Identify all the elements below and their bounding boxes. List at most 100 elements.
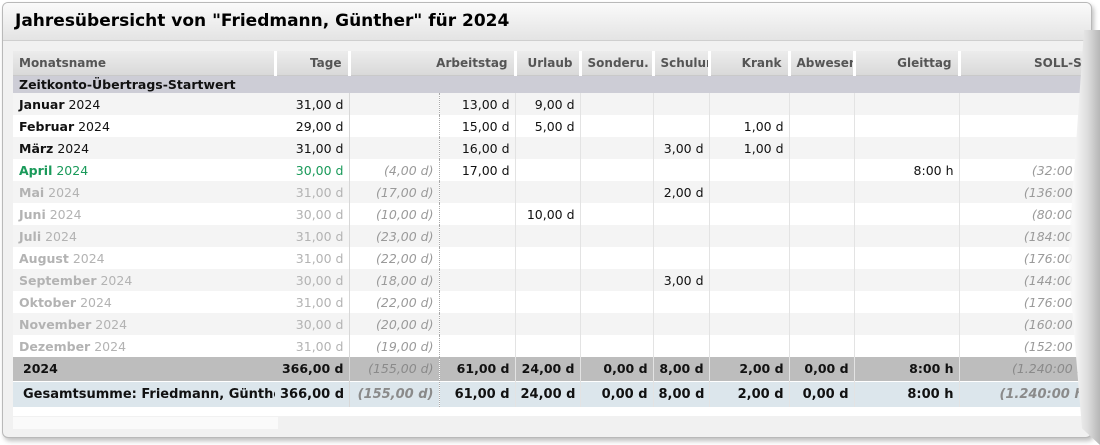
absent-cell: 0,00 d	[789, 380, 855, 407]
training-cell: 3,00 d	[653, 269, 710, 291]
sick-cell	[709, 335, 790, 357]
planned-days-cell: (4,00 d)	[349, 159, 440, 181]
special-leave-cell	[580, 291, 654, 313]
vacation-cell: 10,00 d	[515, 203, 581, 225]
col-header-schulung[interactable]: Schulung	[653, 51, 711, 76]
absent-cell	[789, 115, 855, 137]
days-cell: 31,00 d	[275, 291, 350, 313]
training-cell	[653, 115, 710, 137]
col-header-arbeitstag[interactable]: Arbeitstag	[349, 51, 517, 76]
absent-cell	[789, 335, 855, 357]
sick-cell	[709, 247, 790, 269]
workdays-cell: 16,00 d	[439, 137, 516, 159]
planned-days-cell: (10,00 d)	[349, 203, 440, 225]
workdays-cell	[439, 269, 516, 291]
month-row[interactable]: März 202431,00 d16,00 d3,00 d1,00 d128:0	[13, 137, 1091, 159]
month-name-cell: Juni 2024	[13, 203, 275, 225]
workdays-cell: 61,00 d	[439, 380, 516, 407]
special-leave-cell	[580, 269, 654, 291]
workdays-cell	[439, 313, 516, 335]
flextime-cell	[854, 203, 960, 225]
absent-cell	[789, 269, 855, 291]
month-row[interactable]: April 2024 30,00 d (4,00 d) 17,00 d 8:00 h (3…	[13, 159, 1091, 181]
days-cell: 366,00 d	[275, 380, 350, 407]
sick-cell	[709, 203, 790, 225]
absent-cell	[789, 181, 855, 203]
training-cell	[653, 203, 710, 225]
planned-hours-cell: (152:00 h)	[959, 335, 1091, 357]
sick-cell: 2,00 d	[709, 357, 790, 381]
month-row[interactable]: Oktober 2024 31,00 d (22,00 d) (176:00 h)	[13, 291, 1091, 313]
month-label: September	[19, 272, 97, 288]
planned-days-cell: (23,00 d)	[349, 225, 440, 247]
month-row[interactable]: September 2024 30,00 d (18,00 d) 3,00 d (144…	[13, 269, 1091, 291]
training-cell: 8,00 d	[653, 357, 710, 381]
absent-cell	[789, 93, 855, 115]
planned-hours-cell: (136:00 h)	[959, 181, 1091, 203]
sick-cell	[709, 159, 790, 181]
col-header-urlaub[interactable]: Urlaub	[515, 51, 582, 76]
training-cell: 3,00 d	[653, 137, 710, 159]
days-cell: 30,00 d	[275, 269, 350, 291]
vacation-cell	[515, 313, 581, 335]
col-header-krank[interactable]: Krank	[709, 51, 791, 76]
special-leave-cell	[580, 203, 654, 225]
vacation-cell: 9,00 d	[515, 93, 581, 115]
month-name-cell: Juli 2024	[13, 225, 275, 247]
month-row[interactable]: Januar 202431,00 d13,00 d9,00 d104:0	[13, 93, 1091, 115]
month-row[interactable]: Juli 2024 31,00 d (23,00 d) (184:00 h)	[13, 225, 1091, 247]
workdays-cell	[439, 203, 516, 225]
col-header-gleittag[interactable]: Gleittag	[854, 51, 961, 76]
col-header-sonderurlaub[interactable]: Sonderu.	[580, 51, 655, 76]
month-name-cell: März 2024	[13, 137, 275, 159]
col-header-abwesend[interactable]: Abwesend	[789, 51, 856, 76]
month-year: 2024	[100, 272, 133, 288]
flextime-cell	[854, 291, 960, 313]
flextime-cell: 8:00 h	[854, 357, 960, 381]
training-cell	[653, 225, 710, 247]
month-name-cell: April 2024	[13, 159, 275, 181]
training-cell	[653, 291, 710, 313]
flextime-cell	[854, 225, 960, 247]
month-name-cell: November 2024	[13, 313, 275, 335]
training-cell	[653, 93, 710, 115]
month-name-cell: August 2024	[13, 247, 275, 269]
month-year: 2024	[95, 316, 128, 332]
workdays-cell	[439, 247, 516, 269]
training-cell: 8,00 d	[653, 380, 710, 407]
col-header-soll-stunden[interactable]: SOLL-St	[959, 51, 1091, 76]
start-value-row: Zeitkonto-Übertrags-Startwert	[13, 75, 1091, 93]
sick-cell	[709, 225, 790, 247]
month-row[interactable]: Juni 2024 30,00 d (10,00 d) 10,00 d (80:00 h…	[13, 203, 1091, 225]
flextime-cell	[854, 313, 960, 335]
month-row[interactable]: Mai 2024 31,00 d (17,00 d) 2,00 d (136:00 h)	[13, 181, 1091, 203]
month-year: 2024	[68, 96, 101, 112]
col-header-monatsname[interactable]: Monatsname	[13, 51, 277, 76]
workdays-cell: 15,00 d	[439, 115, 516, 137]
training-cell	[653, 247, 710, 269]
training-cell	[653, 159, 710, 181]
special-leave-cell	[580, 159, 654, 181]
month-row[interactable]: Februar 202429,00 d15,00 d5,00 d1,00 d12…	[13, 115, 1091, 137]
planned-days-cell: (18,00 d)	[349, 269, 440, 291]
special-leave-cell	[580, 313, 654, 335]
month-label: Mai	[19, 184, 45, 200]
total-row-label: Gesamtsumme: Friedmann, Günther	[13, 380, 275, 407]
month-year: 2024	[94, 338, 127, 354]
flextime-cell	[854, 93, 960, 115]
month-row[interactable]: November 2024 30,00 d (20,00 d) (160:00 h)	[13, 313, 1091, 335]
col-header-tage[interactable]: Tage	[275, 51, 351, 76]
absent-cell	[789, 313, 855, 335]
days-cell: 31,00 d	[275, 335, 350, 357]
table-container: Monatsname Tage Arbeitstag Urlaub Sonder…	[13, 51, 1091, 416]
days-cell: 31,00 d	[275, 181, 350, 203]
month-row[interactable]: August 2024 31,00 d (22,00 d) (176:00 h)	[13, 247, 1091, 269]
training-cell	[653, 335, 710, 357]
sick-cell	[709, 269, 790, 291]
training-cell: 2,00 d	[653, 181, 710, 203]
flextime-cell	[854, 335, 960, 357]
workdays-cell	[439, 181, 516, 203]
month-row[interactable]: Dezember 2024 31,00 d (19,00 d) (152:00 h)	[13, 335, 1091, 357]
days-cell: 366,00 d	[275, 357, 350, 381]
vacation-cell	[515, 269, 581, 291]
